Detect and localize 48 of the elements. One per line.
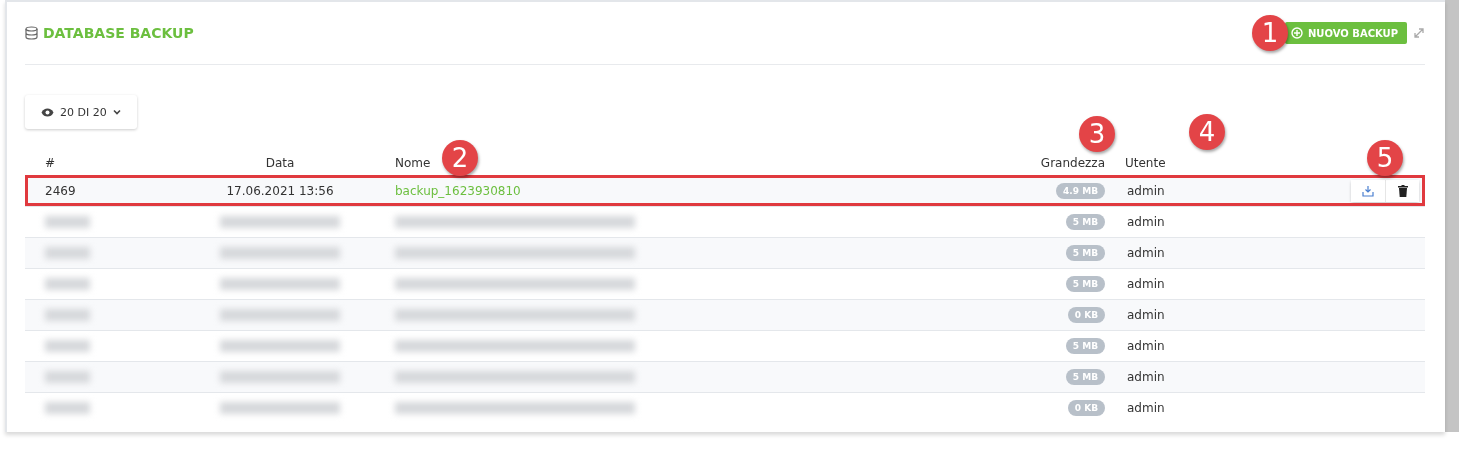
size-badge: 5 MB bbox=[1065, 338, 1105, 354]
size-badge: 4.9 MB bbox=[1056, 183, 1105, 199]
callout-marker: 3 bbox=[1079, 116, 1115, 152]
size-badge: 0 KB bbox=[1067, 400, 1105, 416]
column-header: Utente bbox=[1124, 156, 1166, 170]
column-header: # bbox=[44, 156, 56, 170]
size-badge: 5 MB bbox=[1065, 369, 1105, 385]
eye-icon bbox=[41, 107, 54, 117]
backup-link[interactable]: backup_1623930810 bbox=[395, 184, 521, 198]
size-badge: 0 KB bbox=[1067, 307, 1105, 323]
table-cell-text: admin bbox=[1126, 277, 1165, 291]
size-badge: 5 MB bbox=[1065, 214, 1105, 230]
table-cell-text: admin bbox=[1126, 246, 1165, 260]
blurred-text bbox=[45, 402, 90, 414]
callout-marker: 2 bbox=[442, 140, 478, 176]
caret-icon bbox=[112, 109, 121, 115]
table-cell-text: admin bbox=[1126, 308, 1165, 322]
download-icon bbox=[1362, 185, 1374, 197]
column-header: Nome bbox=[395, 156, 431, 170]
blurred-text bbox=[45, 216, 90, 228]
rows-shown-dropdown[interactable]: 20 DI 20 bbox=[25, 95, 137, 129]
panel-title: DATABASE BACKUP bbox=[43, 25, 194, 41]
callout-marker: 4 bbox=[1189, 114, 1225, 150]
callout-marker: 5 bbox=[1367, 140, 1403, 176]
blurred-text bbox=[45, 247, 90, 259]
table-cell-text: admin bbox=[1126, 339, 1165, 353]
size-badge: 5 MB bbox=[1065, 245, 1105, 261]
expand-icon[interactable] bbox=[1413, 27, 1425, 39]
scrollbar[interactable] bbox=[1445, 0, 1459, 432]
table-cell-text: admin bbox=[1126, 401, 1165, 415]
blurred-text bbox=[45, 278, 90, 290]
plus-circle-icon bbox=[1291, 27, 1303, 39]
column-header: Grandezza bbox=[1040, 156, 1105, 170]
table-cell: 17.06.2021 13:56 bbox=[226, 184, 334, 198]
trash-icon bbox=[1397, 185, 1408, 197]
callout-marker: 1 bbox=[1252, 15, 1288, 51]
blurred-text bbox=[45, 371, 90, 383]
table-cell-text: admin bbox=[1126, 215, 1165, 229]
table-cell-text: admin bbox=[1126, 184, 1165, 198]
new-backup-button[interactable]: NUOVO BACKUP bbox=[1285, 22, 1407, 44]
table-cell-text: admin bbox=[1126, 370, 1165, 384]
database-icon bbox=[25, 26, 38, 40]
blurred-text bbox=[45, 309, 90, 321]
table-cell-text: 2469 bbox=[44, 184, 76, 198]
column-header: Data bbox=[265, 156, 295, 170]
size-badge: 5 MB bbox=[1065, 276, 1105, 292]
blurred-text bbox=[45, 340, 90, 352]
delete-button[interactable] bbox=[1385, 180, 1419, 202]
